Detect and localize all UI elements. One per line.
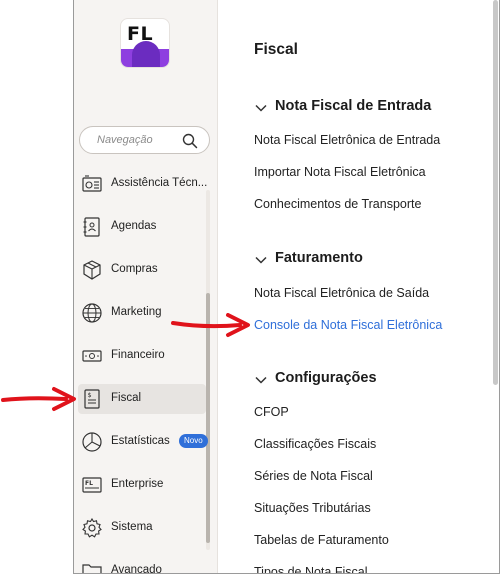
svg-text:FL: FL: [85, 480, 93, 487]
address-book-icon: [83, 217, 100, 237]
page-title: Fiscal: [254, 41, 298, 58]
sidebar-item-agendas[interactable]: Agendas: [78, 212, 206, 242]
package-icon: [83, 260, 101, 280]
folder-icon: [82, 564, 102, 573]
search-input[interactable]: [80, 127, 180, 153]
link-nfe-entrada[interactable]: Nota Fiscal Eletrônica de Entrada: [254, 133, 440, 147]
sidebar-item-estatisticas[interactable]: Estatísticas Novo: [78, 427, 208, 457]
globe-icon: [82, 303, 102, 323]
sidebar-item-compras[interactable]: Compras: [78, 255, 206, 285]
main-panel: Fiscal Nota Fiscal de Entrada Nota Fisca…: [218, 0, 499, 573]
section-title: Nota Fiscal de Entrada: [275, 98, 432, 114]
search-box: [79, 126, 210, 154]
logo-shape: [121, 41, 169, 67]
sidebar: FL Assistência Técn...: [74, 0, 218, 574]
link-importar-nfe[interactable]: Importar Nota Fiscal Eletrônica: [254, 165, 426, 179]
sidebar-item-label: Sistema: [111, 521, 153, 533]
sidebar-item-label: Financeiro: [111, 349, 165, 361]
link-nfe-saida[interactable]: Nota Fiscal Eletrônica de Saída: [254, 286, 429, 300]
sidebar-item-avancado[interactable]: Avançado: [78, 556, 206, 574]
technical-assistance-icon: [82, 175, 102, 192]
sidebar-item-assistencia[interactable]: Assistência Técn...: [78, 169, 208, 199]
app-window: FL Assistência Técn...: [73, 0, 500, 574]
section-title: Configurações: [275, 370, 377, 386]
sidebar-item-label: Enterprise: [111, 478, 164, 490]
link-console-nfe[interactable]: Console da Nota Fiscal Eletrônica: [254, 318, 442, 332]
sidebar-item-label: Fiscal: [111, 392, 142, 404]
sidebar-item-financeiro[interactable]: Financeiro: [78, 341, 206, 371]
link-series-nota-fiscal[interactable]: Séries de Nota Fiscal: [254, 469, 373, 483]
main-scrollbar-thumb[interactable]: [493, 0, 498, 385]
link-conhecimentos-transporte[interactable]: Conhecimentos de Transporte: [254, 197, 421, 211]
sidebar-item-label: Estatísticas: [111, 435, 170, 447]
sidebar-item-label: Agendas: [111, 220, 157, 232]
chevron-down-icon: [255, 256, 267, 264]
sidebar-item-label: Assistência Técn...: [111, 177, 208, 189]
sidebar-item-label: Avançado: [111, 564, 162, 574]
link-tipos-nota-fiscal[interactable]: Tipos de Nota Fiscal: [254, 565, 367, 573]
sidebar-item-enterprise[interactable]: FL Enterprise: [78, 470, 206, 500]
svg-text:$: $: [88, 391, 92, 399]
enterprise-logo-icon: FL: [82, 477, 102, 493]
sidebar-item-sistema[interactable]: Sistema: [78, 513, 206, 543]
section-title: Faturamento: [275, 250, 363, 266]
link-cfop[interactable]: CFOP: [254, 405, 289, 419]
link-classificacoes-fiscais[interactable]: Classificações Fiscais: [254, 437, 376, 451]
new-badge: Novo: [179, 434, 208, 448]
banknote-icon: [82, 350, 102, 362]
sidebar-item-label: Marketing: [111, 306, 162, 318]
sidebar-item-label: Compras: [111, 263, 158, 275]
search-icon[interactable]: [182, 133, 198, 149]
chevron-down-icon: [255, 104, 267, 112]
annotation-arrow-console: [171, 313, 250, 337]
pie-chart-icon: [82, 432, 102, 452]
link-tabelas-faturamento[interactable]: Tabelas de Faturamento: [254, 533, 389, 547]
sidebar-item-fiscal[interactable]: $ Fiscal: [78, 384, 206, 414]
chevron-down-icon: [255, 376, 267, 384]
link-situacoes-tributarias[interactable]: Situações Tributárias: [254, 501, 371, 515]
gear-icon: [82, 517, 102, 538]
annotation-arrow-fiscal: [1, 387, 76, 411]
invoice-icon: $: [84, 389, 100, 409]
app-logo[interactable]: FL: [120, 18, 170, 68]
